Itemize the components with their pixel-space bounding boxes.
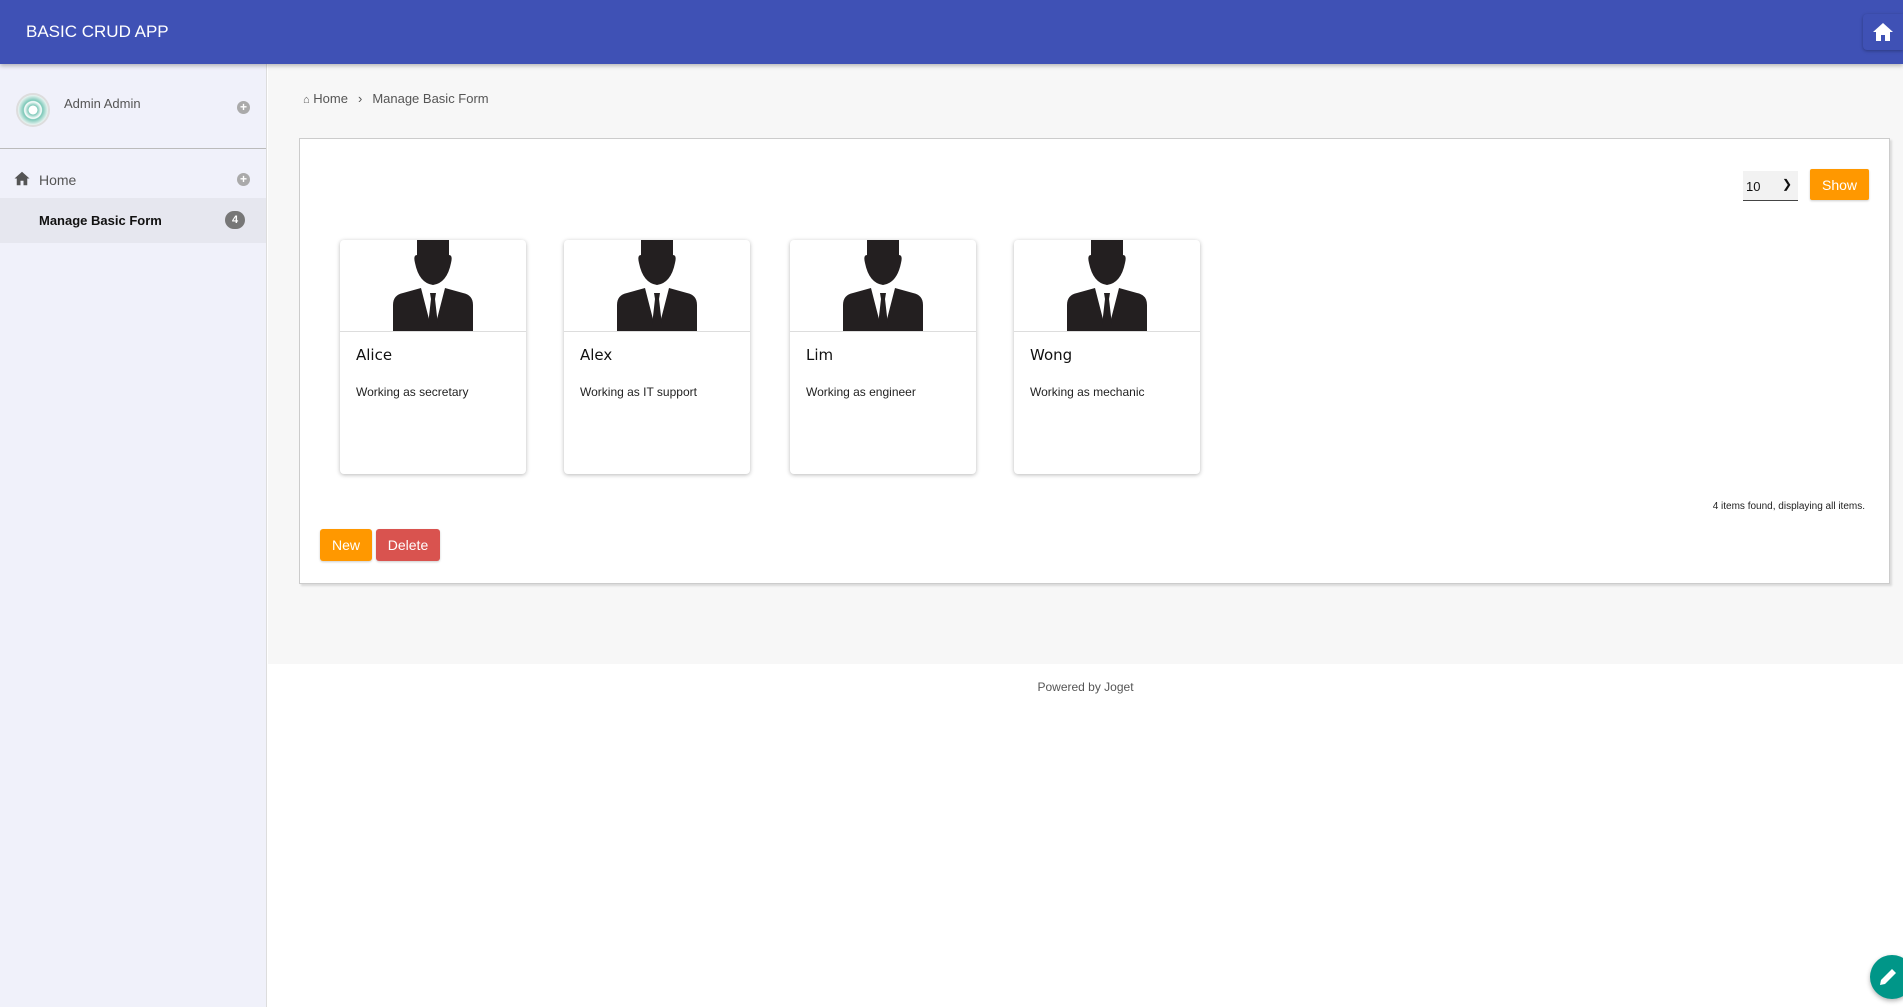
home-icon: ⌂ — [303, 94, 310, 106]
count-badge: 4 — [225, 211, 245, 229]
card-image — [1014, 240, 1200, 332]
footer-text: Powered by Joget — [1037, 680, 1134, 694]
card-description: Working as mechanic — [1030, 385, 1145, 399]
page-size-value: 10 — [1746, 179, 1761, 194]
expand-user-icon[interactable]: + — [237, 101, 250, 114]
items-found-text: 4 items found, displaying all items. — [1712, 501, 1865, 512]
user-name[interactable]: Admin Admin — [64, 96, 141, 111]
card-description: Working as IT support — [580, 385, 697, 399]
avatar — [16, 93, 50, 127]
card-name: Alice — [356, 346, 393, 364]
sidebar-item-label: Home — [39, 172, 77, 188]
person-silhouette-icon — [843, 240, 923, 331]
card-name: Lim — [806, 346, 834, 364]
sidebar-item-manage-basic-form[interactable]: Manage Basic Form 4 — [0, 198, 266, 243]
person-silhouette-icon — [1067, 240, 1147, 331]
breadcrumb-current: Manage Basic Form — [372, 91, 489, 106]
show-button[interactable]: Show — [1810, 169, 1869, 200]
divider — [0, 148, 266, 149]
top-header: BASIC CRUD APP — [0, 0, 1903, 64]
card-image — [790, 240, 976, 332]
breadcrumb: ⌂ Home › Manage Basic Form — [303, 91, 489, 106]
person-silhouette-icon — [617, 240, 697, 331]
list-panel: 10 ❯ Show Alice Working as secretary Alex Wo… — [299, 138, 1890, 584]
person-card[interactable]: Alice Working as secretary — [340, 240, 526, 474]
chevron-right-icon: › — [357, 91, 363, 106]
delete-button[interactable]: Delete — [376, 529, 440, 561]
main-content: ⌂ Home › Manage Basic Form 10 ❯ Show Alic… — [268, 64, 1903, 664]
card-description: Working as engineer — [806, 385, 916, 399]
expand-home-icon[interactable]: + — [237, 173, 250, 186]
pencil-icon — [1880, 969, 1896, 985]
card-name: Alex — [580, 346, 613, 364]
new-button[interactable]: New — [320, 529, 372, 561]
sidebar-item-label: Manage Basic Form — [39, 213, 162, 228]
edit-button[interactable] — [1870, 955, 1903, 999]
page-size-select[interactable]: 10 ❯ — [1743, 171, 1798, 201]
home-icon — [14, 171, 30, 186]
card-image — [564, 240, 750, 332]
person-card[interactable]: Alex Working as IT support — [564, 240, 750, 474]
person-silhouette-icon — [393, 240, 473, 331]
sidebar-item-home[interactable]: Home + — [0, 158, 266, 198]
card-name: Wong — [1030, 346, 1073, 364]
chevron-down-icon: ❯ — [1781, 177, 1792, 191]
home-icon — [1873, 23, 1893, 41]
home-button[interactable] — [1863, 14, 1903, 50]
person-card[interactable]: Wong Working as mechanic — [1014, 240, 1200, 474]
app-title[interactable]: BASIC CRUD APP — [26, 22, 169, 42]
sidebar: Admin Admin + Home + Manage Basic Form 4 — [0, 64, 267, 1007]
person-card[interactable]: Lim Working as engineer — [790, 240, 976, 474]
card-image — [340, 240, 526, 332]
breadcrumb-home[interactable]: ⌂ Home — [303, 91, 348, 106]
card-description: Working as secretary — [356, 385, 469, 399]
breadcrumb-home-label: Home — [313, 91, 348, 106]
